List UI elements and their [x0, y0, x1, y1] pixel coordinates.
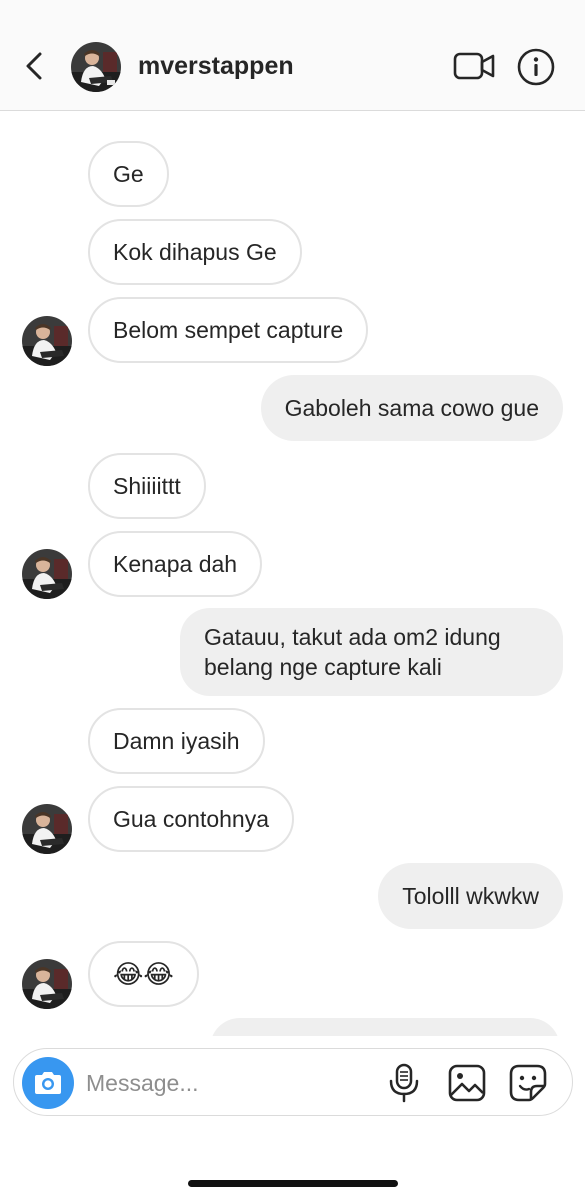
- video-camera-icon: [453, 52, 495, 80]
- info-button[interactable]: [516, 47, 556, 87]
- chevron-left-icon: [26, 52, 42, 80]
- message-input[interactable]: [86, 1063, 366, 1103]
- message-bubble-incoming[interactable]: 😂😂: [88, 941, 199, 1007]
- sender-avatar[interactable]: [22, 316, 72, 366]
- camera-icon: [35, 1072, 61, 1094]
- home-indicator: [188, 1180, 398, 1187]
- sticker-icon: [509, 1064, 547, 1102]
- sender-avatar[interactable]: [22, 804, 72, 854]
- info-icon: [517, 48, 555, 86]
- sender-avatar[interactable]: [22, 549, 72, 599]
- message-bubble-incoming[interactable]: Ge: [88, 141, 169, 207]
- video-call-button[interactable]: [453, 48, 495, 84]
- gallery-button[interactable]: [448, 1064, 486, 1102]
- message-bubble-outgoing[interactable]: Gaboleh sama cowo gue: [260, 375, 563, 441]
- message-bubble-incoming[interactable]: Damn iyasih: [88, 708, 265, 774]
- message-bubble-incoming[interactable]: Kok dihapus Ge: [88, 219, 302, 285]
- microphone-icon: [389, 1063, 419, 1103]
- chat-header: mverstappen: [0, 0, 585, 111]
- contact-avatar[interactable]: [71, 42, 121, 92]
- message-thread[interactable]: Ge Kok dihapus Ge Belom sempet capture G…: [0, 111, 585, 1036]
- message-bubble-incoming[interactable]: Gua contohnya: [88, 786, 295, 852]
- back-button[interactable]: [18, 48, 54, 84]
- gallery-icon: [448, 1064, 486, 1102]
- message-bubble-outgoing[interactable]: Gatauu, takut ada om2 idung belang nge c…: [180, 608, 563, 696]
- message-bubble-outgoing[interactable]: Tololll wkwkw: [378, 863, 563, 929]
- message-bubble-incoming[interactable]: Kenapa dah: [88, 531, 263, 597]
- sender-avatar[interactable]: [22, 959, 72, 1009]
- sticker-button[interactable]: [509, 1064, 547, 1102]
- message-bubble-incoming[interactable]: Belom sempet capture: [88, 297, 369, 363]
- message-composer: [13, 1048, 573, 1116]
- message-bubble-incoming[interactable]: Shiiiittt: [88, 453, 206, 519]
- voice-message-button[interactable]: [386, 1063, 422, 1103]
- contact-username[interactable]: mverstappen: [138, 52, 294, 81]
- message-bubble-outgoing[interactable]: [210, 1018, 560, 1036]
- camera-button[interactable]: [22, 1057, 74, 1109]
